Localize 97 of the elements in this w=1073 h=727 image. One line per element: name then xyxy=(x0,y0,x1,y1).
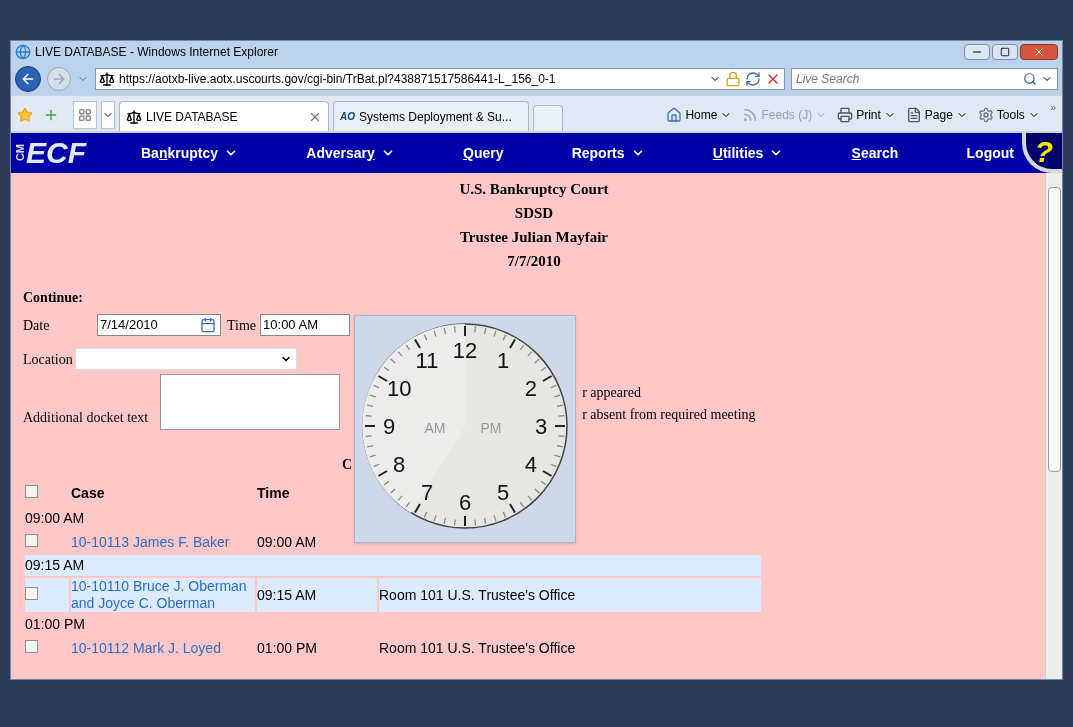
home-icon xyxy=(666,107,683,123)
favorites-star-icon[interactable] xyxy=(17,107,33,123)
lock-icon xyxy=(725,71,741,87)
nav-link[interactable]: Logout xyxy=(966,142,1014,164)
clock-number[interactable]: 7 xyxy=(420,479,434,505)
checkbox[interactable] xyxy=(25,639,38,653)
clock-picker[interactable]: 11 12 1 10 2 9 3 8 4 7 6 5 AM PM xyxy=(354,315,576,543)
table-cell: 01:00 PM xyxy=(257,639,317,656)
group-time-row-text: 01:00 PM xyxy=(25,615,86,634)
group-time-row: 09:15 AM xyxy=(25,555,761,576)
clock-number[interactable]: 2 xyxy=(524,376,537,401)
browser-tab[interactable]: LIVE DATABASE xyxy=(119,101,329,131)
location-label: Location xyxy=(23,350,73,369)
tab-list-button[interactable] xyxy=(101,101,115,129)
more-chevron[interactable]: » xyxy=(1049,99,1056,116)
court-heading: U.S. Bankruptcy Court xyxy=(459,180,609,199)
close-icon xyxy=(1033,46,1045,58)
refresh-icon[interactable] xyxy=(745,71,761,87)
nav-link[interactable]: Utilities xyxy=(712,142,784,164)
command-button[interactable]: Home xyxy=(666,106,733,124)
checkbox[interactable] xyxy=(25,586,38,600)
time-label: Time xyxy=(227,316,257,335)
clock-number[interactable]: 5 xyxy=(496,479,510,505)
case-link[interactable]: 10-10113 James F. Baker xyxy=(71,533,255,551)
search-bar[interactable]: Live Search xyxy=(791,68,1058,90)
new-tab-button[interactable] xyxy=(533,105,563,131)
nav-link[interactable]: Adversary xyxy=(306,142,395,164)
clock-number[interactable]: 9 xyxy=(382,414,396,439)
help-button[interactable]: ? xyxy=(1022,133,1062,173)
add-favorite-icon[interactable] xyxy=(43,107,59,123)
date-field[interactable]: 7/14/2010 xyxy=(97,314,221,336)
search-icon[interactable] xyxy=(1023,72,1037,86)
continue-label: Continue: xyxy=(23,289,83,307)
forward-arrow-icon xyxy=(51,71,67,87)
close-button[interactable] xyxy=(1020,44,1058,60)
nav-link[interactable]: Search xyxy=(851,142,899,164)
forward-button[interactable] xyxy=(47,67,71,91)
column-header: Time xyxy=(257,485,290,501)
court-heading: SDSD xyxy=(514,204,554,223)
feed-icon xyxy=(742,107,759,123)
nav-link[interactable]: Query xyxy=(463,142,504,164)
browser-logo-icon xyxy=(15,44,31,60)
clock-number[interactable]: 11 xyxy=(415,348,439,374)
clock-number[interactable]: 6 xyxy=(458,490,472,515)
url-text: https://aotxb-live.aotx.uscourts.gov/cgi-bin/TrBat.pl?438871517586441-L_156_0-1 xyxy=(119,71,556,88)
clock-number[interactable]: 8 xyxy=(393,452,406,477)
page-icon xyxy=(905,107,922,123)
group-time-row-text: 09:00 AM xyxy=(25,509,86,528)
docket-text-area[interactable] xyxy=(160,374,341,430)
maximize-button[interactable] xyxy=(992,44,1018,60)
option-text: r absent from required meeting xyxy=(582,406,756,424)
minimize-button[interactable] xyxy=(964,44,990,60)
scrollbar[interactable] xyxy=(1045,173,1062,679)
tab-label: LIVE DATABASE xyxy=(146,108,238,126)
clock-number[interactable]: 1 xyxy=(496,348,510,374)
court-heading: Trustee Julian Mayfair xyxy=(459,228,608,247)
checkbox[interactable] xyxy=(25,485,38,498)
clock-number[interactable]: 12 xyxy=(452,338,478,363)
court-heading: 7/7/2010 xyxy=(507,252,561,271)
clock-number[interactable]: 3 xyxy=(534,414,548,439)
date-label: Date xyxy=(23,316,51,335)
table-cell: 09:15 AM xyxy=(257,586,317,603)
quick-tabs-button[interactable] xyxy=(73,101,97,129)
case-link[interactable]: 10-10112 Mark J. Loyed xyxy=(71,639,255,657)
back-button[interactable] xyxy=(15,66,41,92)
search-field[interactable]: Live Search xyxy=(796,70,1019,88)
nav-link[interactable]: Bankruptcy xyxy=(141,142,239,164)
clock-number[interactable]: 4 xyxy=(524,452,537,477)
table-cell: 09:00 AM xyxy=(257,533,317,550)
tab-label: Systems Deployment & Su... xyxy=(359,108,512,126)
column-header: Case xyxy=(71,485,105,501)
browser-tab[interactable]: AO Systems Deployment & Su... xyxy=(333,101,529,131)
calendar-icon[interactable] xyxy=(198,317,218,333)
scale-icon xyxy=(99,71,115,87)
gear-icon xyxy=(977,107,994,123)
maximize-icon xyxy=(1000,47,1010,57)
docket-text-label: Additional docket text xyxy=(23,409,149,427)
nav-link[interactable]: Reports xyxy=(571,142,645,164)
command-button[interactable]: Tools xyxy=(977,106,1040,124)
command-button[interactable]: Page xyxy=(905,106,968,124)
case-link[interactable]: 10-10110 Bruce J. Oberman and Joyce C. Oberman xyxy=(71,578,255,612)
option-text: r appeared xyxy=(582,384,642,402)
scale-icon xyxy=(126,108,142,125)
grid-icon xyxy=(78,108,92,122)
window-title: LIVE DATABASE - Windows Internet Explorer xyxy=(35,44,278,61)
command-button[interactable]: Print xyxy=(837,106,896,124)
ao-logo: AO xyxy=(340,110,355,124)
checkbox[interactable] xyxy=(25,533,38,547)
section-heading: C xyxy=(342,457,353,472)
printer-icon xyxy=(837,107,854,123)
table-cell: Room 101 U.S. Trustee's Office xyxy=(379,639,576,656)
table-cell: Room 101 U.S. Trustee's Office xyxy=(379,586,576,603)
scrollbar-thumb[interactable] xyxy=(1047,187,1061,472)
address-bar[interactable]: https://aotxb-live.aotx.uscourts.gov/cgi-bin/TrBat.pl?438871517586441-L_156_0-1 xyxy=(95,68,785,90)
time-field[interactable]: 10:00 AM xyxy=(260,314,351,336)
clock-number[interactable]: 10 xyxy=(386,376,412,401)
cmecf-logo[interactable]: CM ECF xyxy=(11,138,141,168)
